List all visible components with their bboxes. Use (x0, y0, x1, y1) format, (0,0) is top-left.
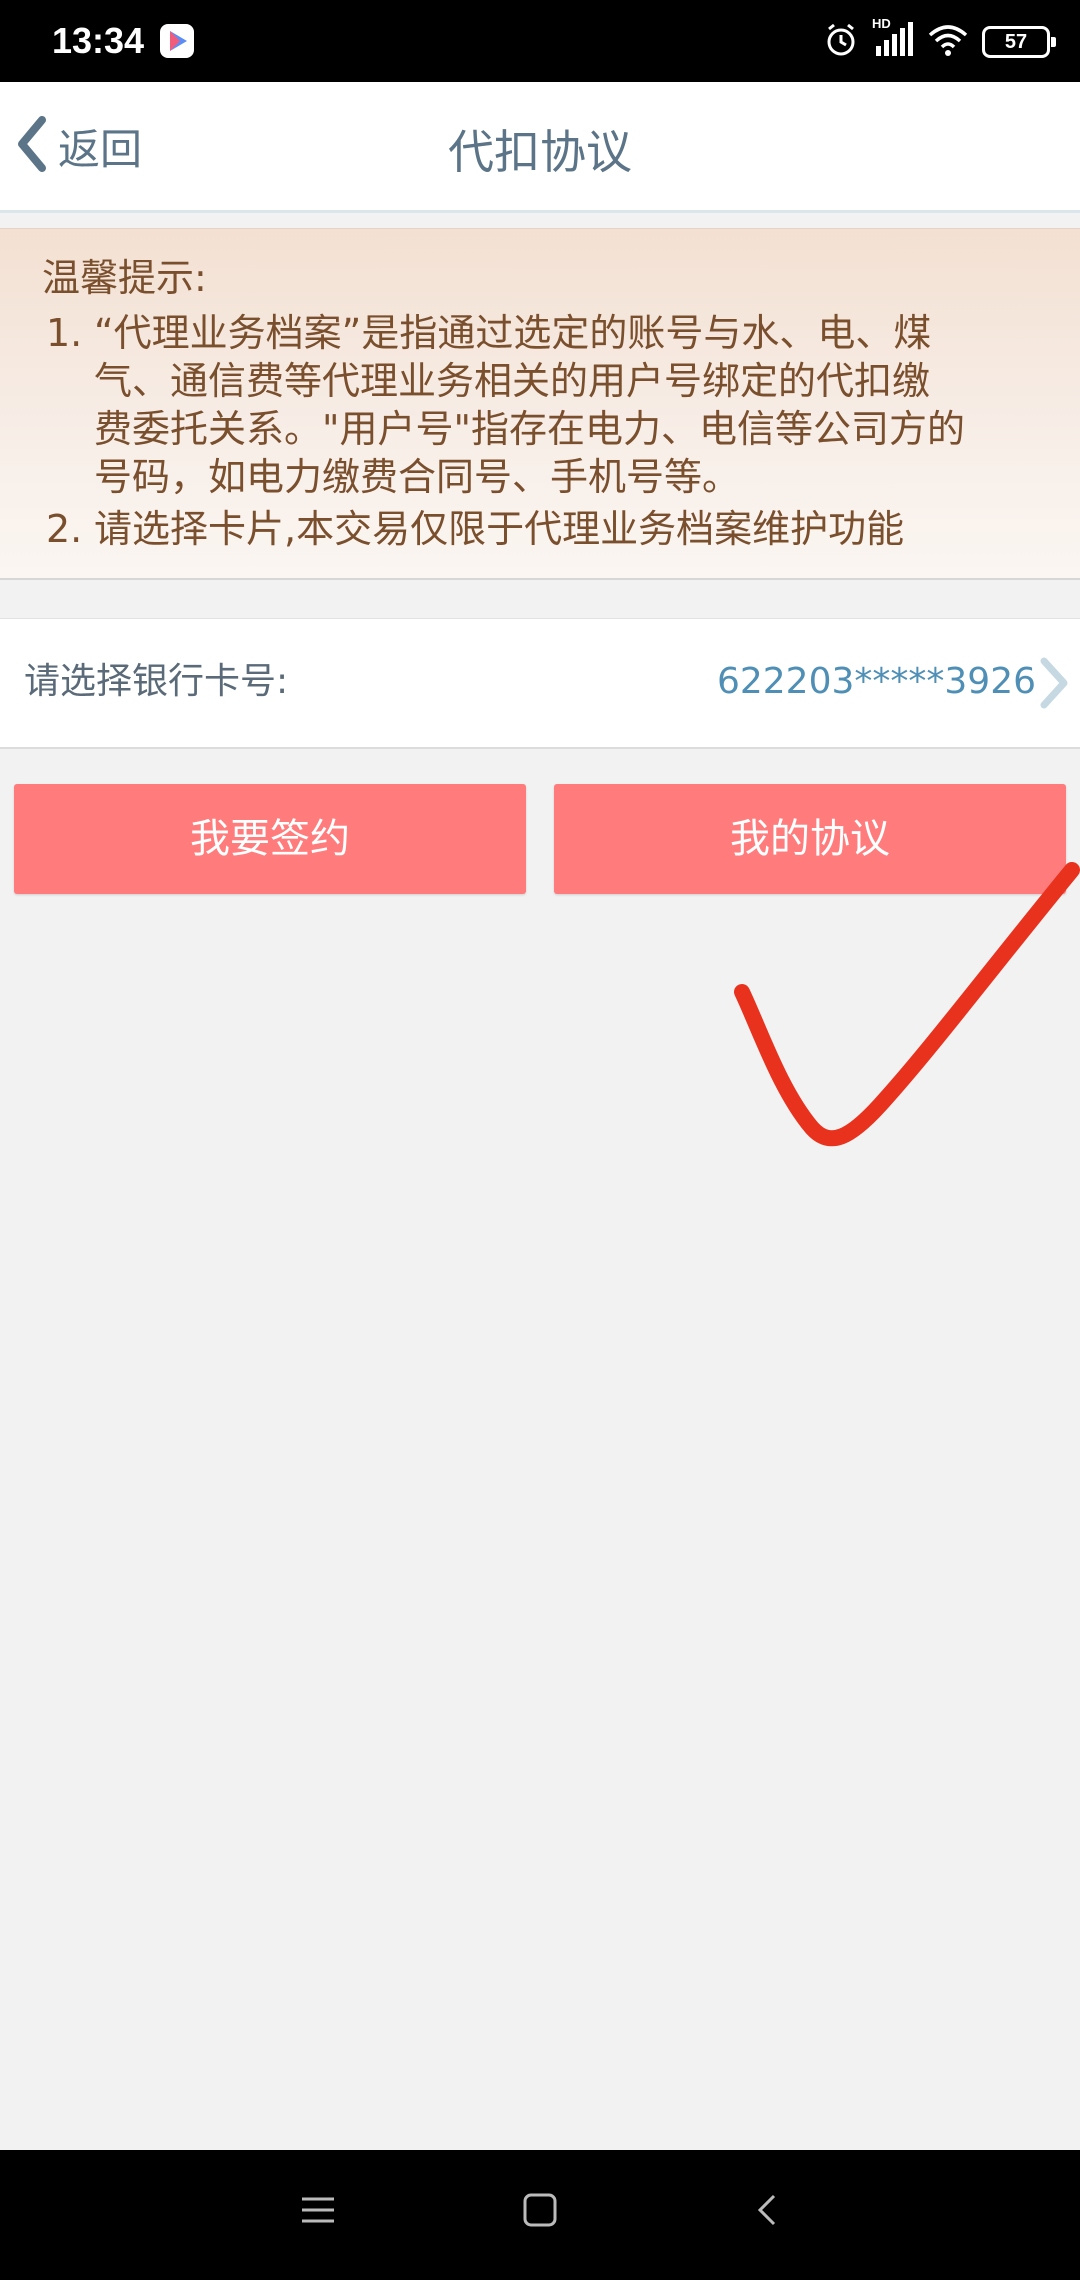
page-title: 代扣协议 (448, 125, 632, 179)
status-time: 13:34 (52, 20, 145, 61)
signal-icon: HD (872, 16, 914, 62)
app-header: 返回 代扣协议 (0, 82, 1080, 213)
home-icon[interactable] (520, 2190, 560, 2234)
notice-line: “代理业务档案”是指通过选定的账号与水、电、煤 (94, 311, 932, 355)
notice-line: 号码，如电力缴费合同号、手机号等。 (94, 455, 741, 499)
battery-icon: 57 (982, 26, 1056, 58)
network-label: HD (872, 16, 891, 31)
checkmark-annotation-icon (734, 862, 1080, 1147)
notice-item-number: 2. (46, 507, 83, 551)
notice-item-number: 1. (46, 311, 83, 355)
notice-item-text: “代理业务档案”是指通过选定的账号与水、电、煤 气、通信费等代理业务相关的用户号… (94, 309, 1080, 501)
alarm-icon (824, 22, 858, 62)
notice-item-text: 请选择卡片,本交易仅限于代理业务档案维护功能 (94, 505, 1080, 553)
card-select-label: 请选择银行卡号: (24, 661, 289, 702)
card-number-value: 622203*****3926 (716, 661, 1036, 702)
notice-title: 温馨提示: (42, 256, 207, 300)
menu-icon[interactable] (298, 2190, 338, 2234)
status-icons: HD 57 (824, 16, 1056, 64)
sign-button[interactable]: 我要签约 (14, 784, 526, 894)
back-nav-icon[interactable] (748, 2190, 788, 2234)
wifi-icon (928, 23, 968, 61)
notice-line: 气、通信费等代理业务相关的用户号绑定的代扣缴 (94, 359, 931, 403)
notice-panel: 温馨提示: 1. “代理业务档案”是指通过选定的账号与水、电、煤 气、通信费等代… (0, 228, 1080, 580)
system-nav-bar (0, 2150, 1080, 2280)
app-badge-icon (160, 24, 194, 58)
status-bar: 13:34 HD 57 (0, 0, 1080, 82)
notice-line: 请选择卡片,本交易仅限于代理业务档案维护功能 (94, 507, 905, 551)
chevron-right-icon (1036, 655, 1072, 715)
notice-line: 费委托关系。"用户号"指存在电力、电信等公司方的 (94, 407, 965, 451)
card-select-row[interactable]: 请选择银行卡号: 622203*****3926 (0, 618, 1080, 749)
